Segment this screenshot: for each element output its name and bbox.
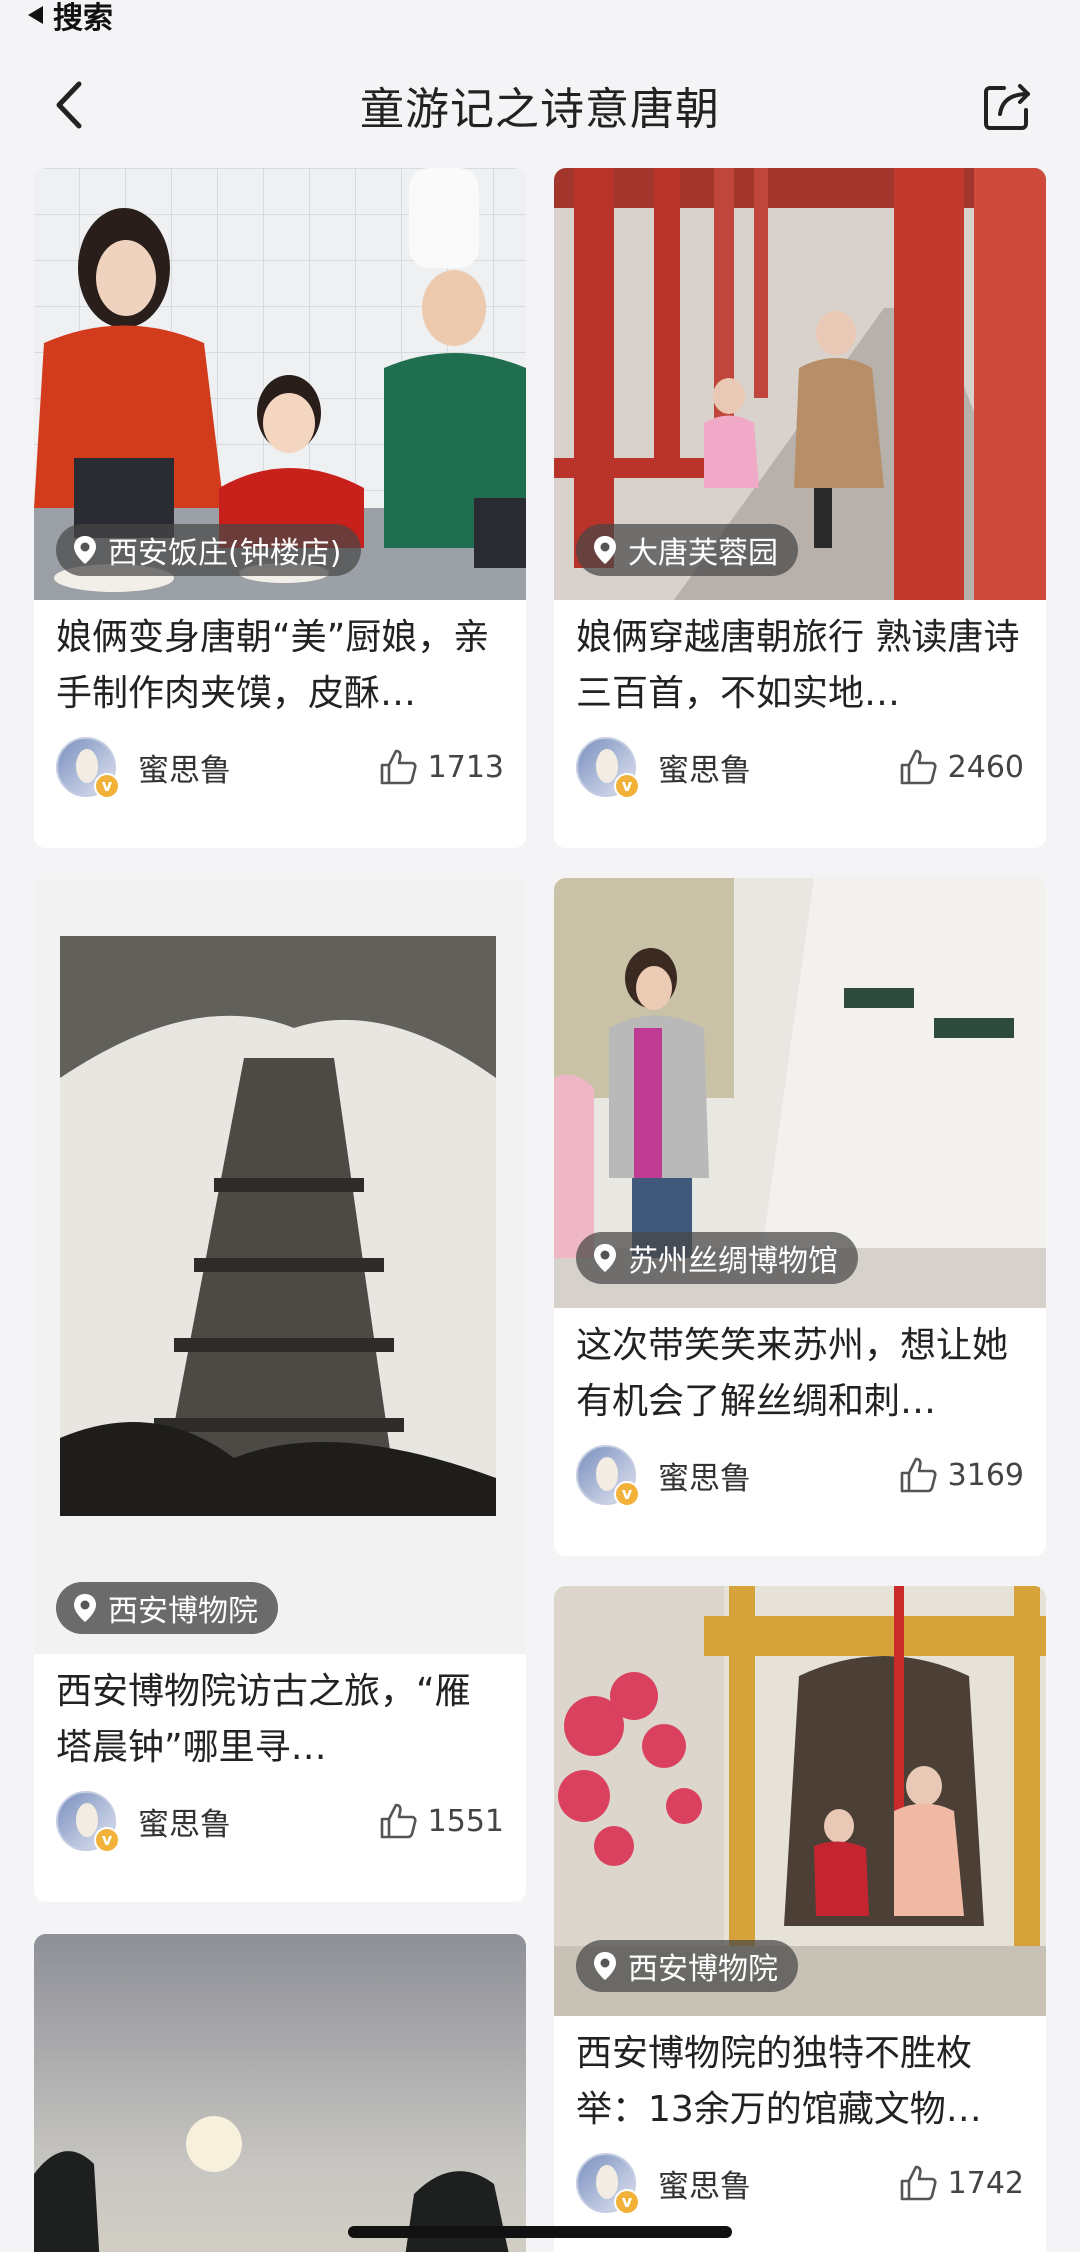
card-photo: 西安博物院 [554,1586,1046,2016]
card-footer: v 蜜思鲁 1713 [34,722,526,812]
card-title: 西安博物院的独特不胜枚举：13余万的馆藏文物… [576,2033,982,2130]
chevron-left-icon [56,81,82,129]
author-name[interactable]: 蜜思鲁 [138,745,378,790]
avatar[interactable]: v [56,737,120,799]
thumbs-up-icon [380,1803,417,1839]
verified-badge-icon: v [94,1827,120,1853]
like-count: 1551 [427,1803,504,1839]
navigation-bar: 童游记之诗意唐朝 [0,50,1080,160]
back-to-search-label: 搜索 [53,1,113,36]
location-name: 西安博物院 [108,1594,258,1629]
card-footer: v 蜜思鲁 1742 [554,2138,1046,2228]
location-name: 大唐芙蓉园 [628,536,778,571]
like-count: 1742 [947,2165,1024,2201]
author-name[interactable]: 蜜思鲁 [138,1799,378,1844]
card-title: 西安博物院访古之旅，“雁塔晨钟”哪里寻… [56,1671,471,1768]
author-name[interactable]: 蜜思鲁 [658,2161,898,2206]
note-card[interactable]: 西安饭庄(钟楼店) 娘俩变身唐朝“美”厨娘，亲手制作肉夹馍，皮酥… v 蜜思鲁 … [34,168,526,848]
note-card[interactable]: 西安博物院 西安博物院访古之旅，“雁塔晨钟”哪里寻… v 蜜思鲁 1551 [34,878,526,1902]
thumbs-up-icon [900,2165,937,2201]
thumbs-up-icon [900,749,937,785]
avatar[interactable]: v [576,1445,640,1507]
author-name[interactable]: 蜜思鲁 [658,745,898,790]
card-title: 这次带笑笑来苏州，想让她有机会了解丝绸和刺… [576,1325,1009,1422]
location-pin-icon [74,1594,96,1622]
location-tag[interactable]: 苏州丝绸博物馆 [576,1232,858,1284]
like-count: 2460 [947,749,1024,785]
location-pin-icon [594,1244,616,1272]
note-card[interactable]: 西安博物院 西安博物院的独特不胜枚举：13余万的馆藏文物… v 蜜思鲁 1742 [554,1586,1046,2252]
card-footer: v 蜜思鲁 1551 [34,1776,526,1866]
author-name[interactable]: 蜜思鲁 [658,1453,898,1498]
note-card[interactable]: 苏州丝绸博物馆 这次带笑笑来苏州，想让她有机会了解丝绸和刺… v 蜜思鲁 316… [554,878,1046,1556]
location-name: 西安饭庄(钟楼店) [108,536,342,571]
card-photo: 苏州丝绸博物馆 [554,878,1046,1308]
avatar[interactable]: v [56,1791,120,1853]
verified-badge-icon: v [94,773,120,799]
like-button[interactable]: 1742 [898,2163,1024,2203]
thumbs-up-icon [900,1457,937,1493]
avatar[interactable]: v [576,2153,640,2215]
share-button[interactable] [980,78,1036,134]
like-count: 3169 [947,1457,1024,1493]
back-button[interactable] [44,80,94,130]
like-count: 1713 [427,749,504,785]
home-indicator[interactable] [348,2226,732,2238]
location-name: 西安博物院 [628,1952,778,1987]
location-pin-icon [594,1952,616,1980]
location-tag[interactable]: 西安饭庄(钟楼店) [56,524,362,576]
verified-badge-icon: v [614,773,640,799]
card-photo: 大唐芙蓉园 [554,168,1046,600]
like-button[interactable]: 1551 [378,1801,504,1841]
like-button[interactable]: 3169 [898,1455,1024,1495]
verified-badge-icon: v [614,2189,640,2215]
back-triangle-icon [28,6,43,24]
note-card[interactable]: 大唐芙蓉园 娘俩穿越唐朝旅行 熟读唐诗三百首，不如实地… v 蜜思鲁 2460 [554,168,1046,848]
page-title: 童游记之诗意唐朝 [360,84,720,135]
card-footer: v 蜜思鲁 3169 [554,1430,1046,1520]
card-photo: 西安博物院 [34,878,526,1654]
back-to-search-link[interactable]: 搜索 [28,0,113,36]
like-button[interactable]: 1713 [378,747,504,787]
like-button[interactable]: 2460 [898,747,1024,787]
location-tag[interactable]: 大唐芙蓉园 [576,524,798,576]
card-title: 娘俩变身唐朝“美”厨娘，亲手制作肉夹馍，皮酥… [56,617,490,714]
location-pin-icon [594,536,616,564]
share-icon [984,84,1030,130]
location-tag[interactable]: 西安博物院 [56,1582,278,1634]
location-tag[interactable]: 西安博物院 [576,1940,798,1992]
thumbs-up-icon [380,749,417,785]
verified-badge-icon: v [614,1481,640,1507]
card-photo: 西安饭庄(钟楼店) [34,168,526,600]
card-title: 娘俩穿越唐朝旅行 熟读唐诗三百首，不如实地… [576,617,1020,714]
note-card[interactable] [34,1934,526,2252]
location-name: 苏州丝绸博物馆 [628,1244,838,1279]
card-footer: v 蜜思鲁 2460 [554,722,1046,812]
card-photo [34,1934,526,2252]
avatar[interactable]: v [576,737,640,799]
location-pin-icon [74,536,96,564]
